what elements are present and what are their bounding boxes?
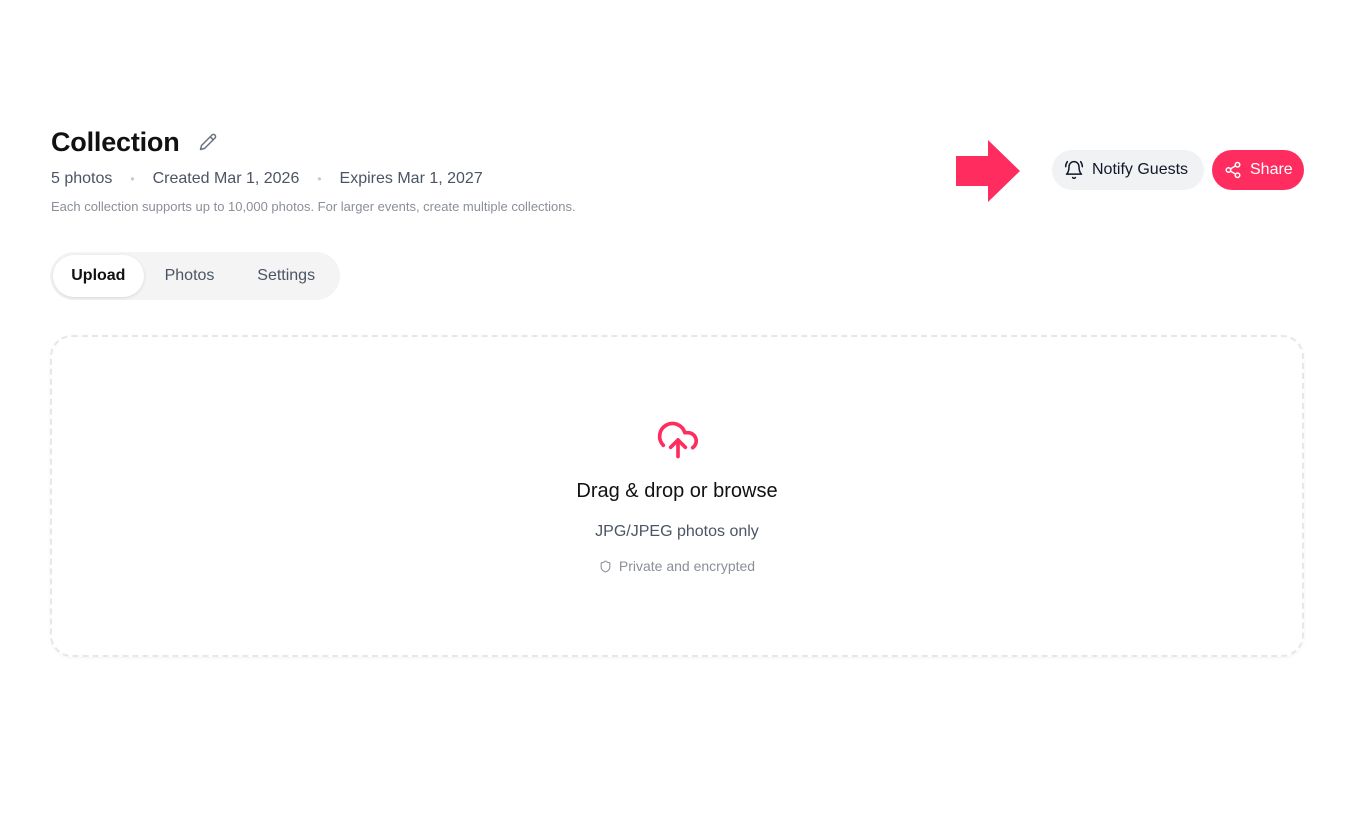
dropzone-title: Drag & drop or browse — [576, 480, 778, 502]
collection-page: Collection 5 photos • Created Mar 1, 202… — [0, 0, 1356, 820]
tab-upload[interactable]: Upload — [53, 255, 144, 297]
tab-photos[interactable]: Photos — [144, 255, 236, 297]
upload-dropzone[interactable]: Drag & drop or browse JPG/JPEG photos on… — [50, 335, 1304, 657]
meta-separator: • — [130, 172, 135, 186]
privacy-note: Private and encrypted — [52, 558, 1302, 574]
dropzone-file-types: JPG/JPEG photos only — [595, 523, 759, 540]
privacy-text: Private and encrypted — [618, 558, 756, 574]
expires-date: Expires Mar 1, 2027 — [339, 170, 483, 187]
notify-guests-label: Notify Guests — [1092, 161, 1189, 178]
collection-tabs: Upload Photos Settings — [50, 252, 340, 300]
share-label: Share — [1250, 161, 1293, 178]
share-button[interactable]: Share — [1212, 150, 1304, 190]
arrow-right-icon — [956, 140, 1020, 202]
share-icon — [1224, 161, 1242, 179]
edit-title-button[interactable] — [198, 132, 218, 152]
page-title: Collection — [51, 126, 180, 157]
pencil-icon — [199, 133, 216, 151]
tab-settings[interactable]: Settings — [235, 255, 337, 297]
collection-limit-note: Each collection supports up to 10,000 ph… — [51, 199, 576, 214]
title-row: Collection — [51, 124, 576, 160]
collection-header: Collection 5 photos • Created Mar 1, 202… — [51, 124, 576, 215]
header-actions: Notify Guests Share — [1052, 150, 1304, 190]
created-date: Created Mar 1, 2026 — [152, 170, 300, 187]
meta-separator: • — [317, 172, 322, 186]
photo-count: 5 photos — [51, 170, 113, 187]
collection-meta: 5 photos • Created Mar 1, 2026 • Expires… — [51, 168, 576, 190]
cloud-upload-icon — [657, 421, 698, 459]
shield-icon — [599, 560, 612, 573]
notify-guests-button[interactable]: Notify Guests — [1052, 150, 1204, 190]
bell-icon — [1064, 160, 1084, 180]
